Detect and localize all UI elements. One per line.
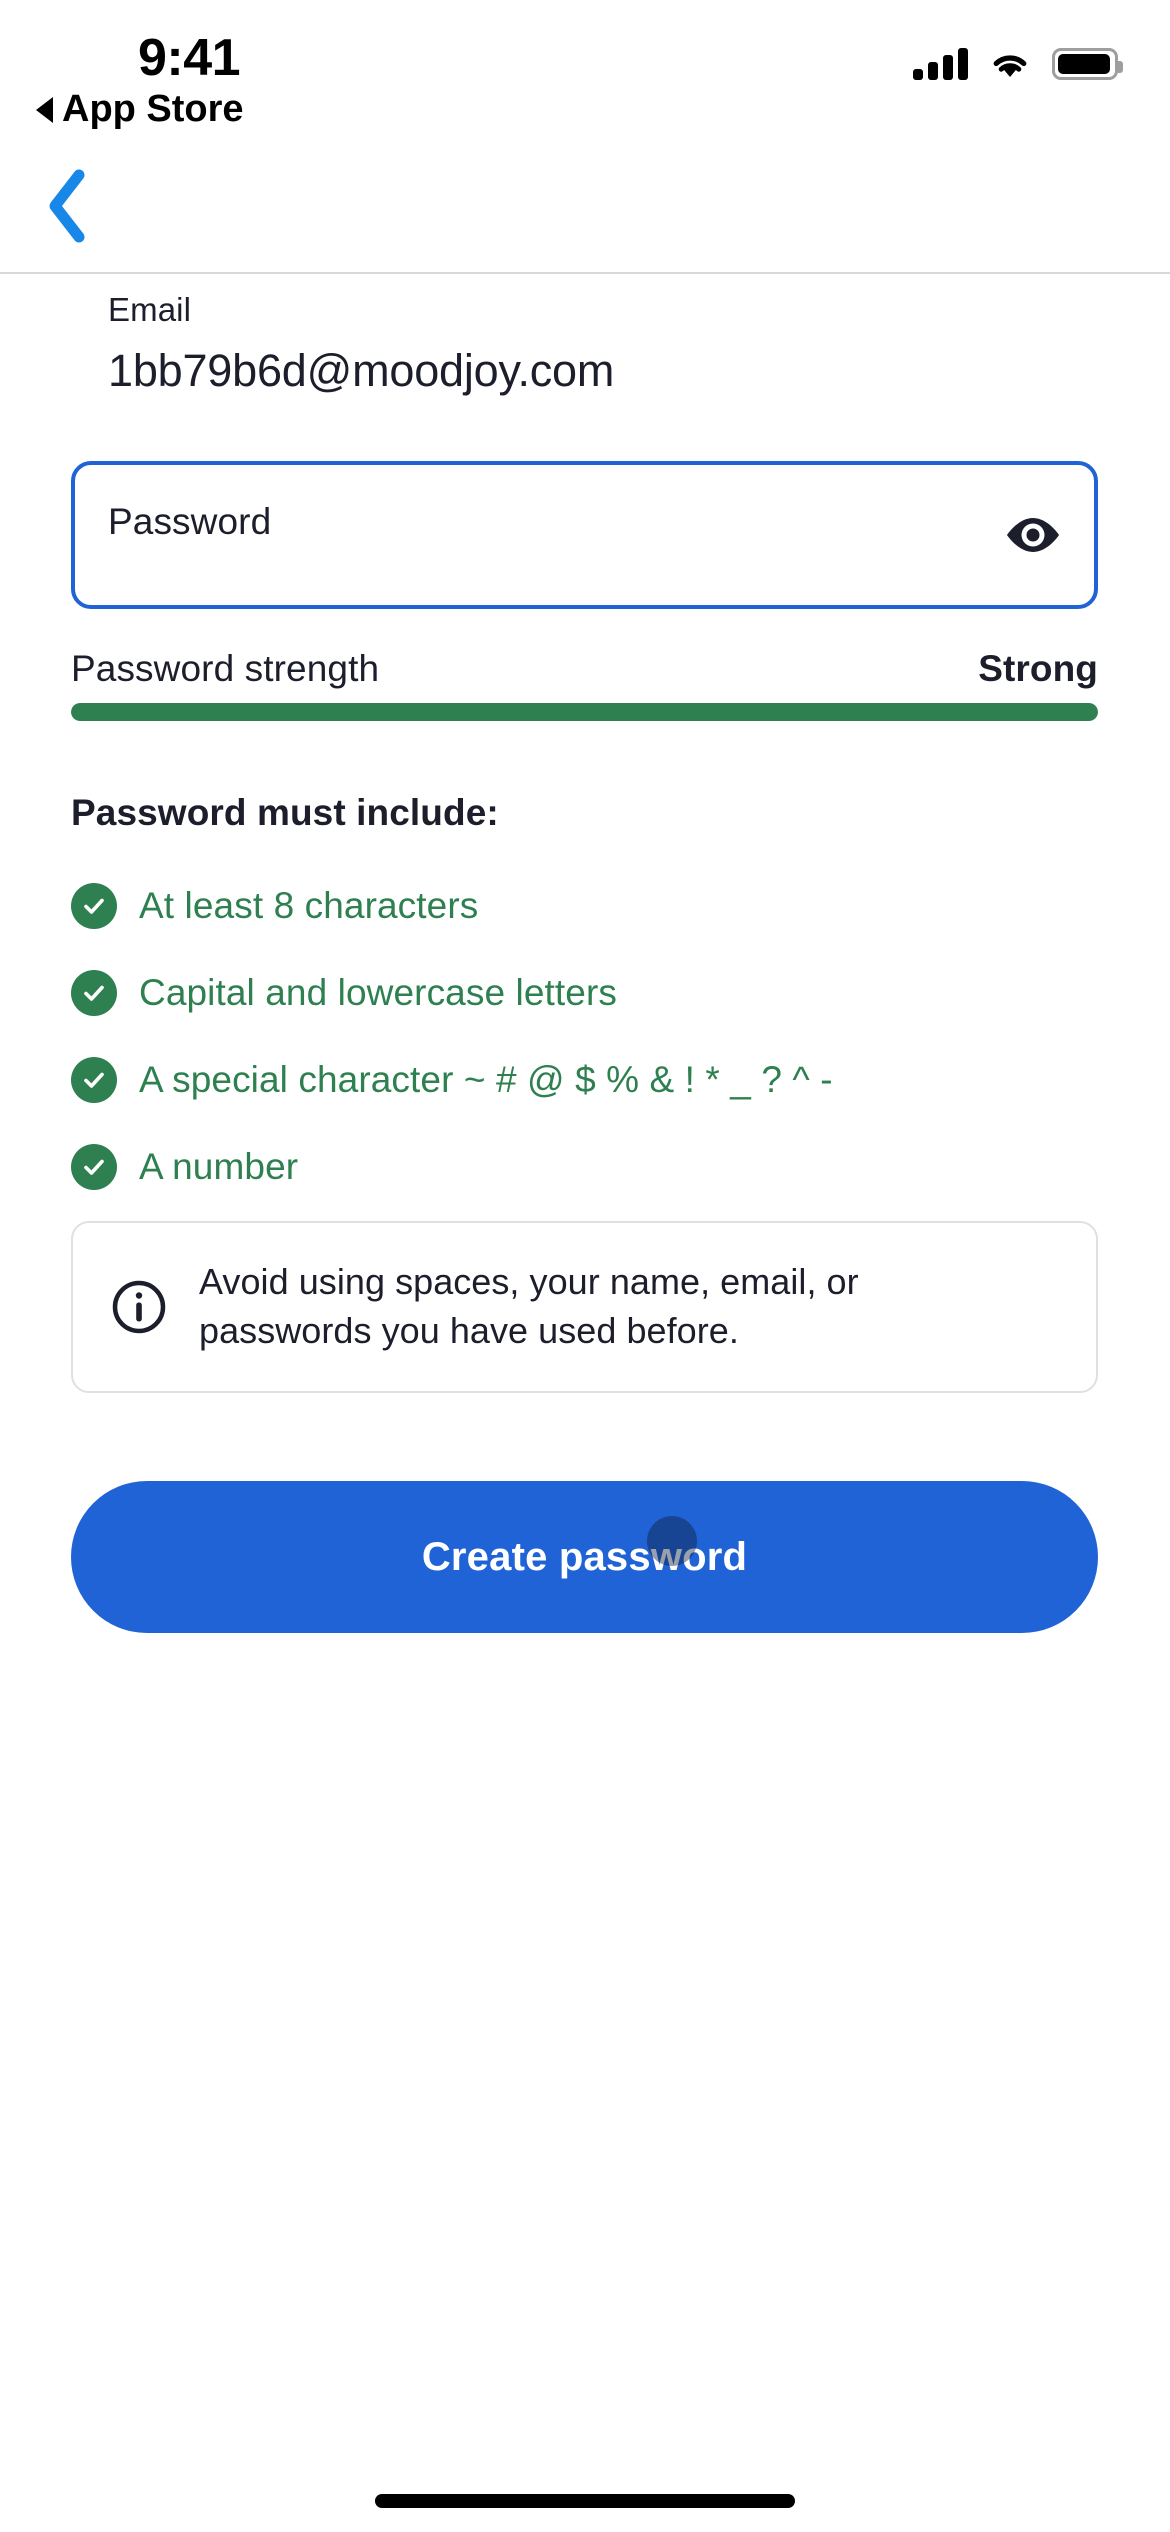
- battery-full-icon: [1052, 48, 1123, 80]
- info-circle-icon: [112, 1280, 166, 1334]
- password-strength-row: Password strength Strong: [71, 648, 1098, 690]
- requirements-heading: Password must include:: [71, 792, 499, 833]
- show-password-toggle[interactable]: [1002, 504, 1064, 566]
- phone-screen: 9:41 App Store Email 1bb79b6d@moodjoy.co…: [0, 0, 1170, 2532]
- check-circle-icon: [71, 1056, 117, 1103]
- wifi-icon: [993, 55, 1027, 77]
- password-strength-fill: [71, 703, 1098, 721]
- requirements-list: At least 8 characters Capital and lowerca…: [71, 862, 1131, 1210]
- email-block: Email 1bb79b6d@moodjoy.com: [108, 290, 614, 398]
- status-back-app-label: App Store: [62, 88, 244, 130]
- status-time: 9:41: [138, 29, 241, 87]
- requirement-item: Capital and lowercase letters: [71, 949, 1131, 1036]
- back-triangle-icon: [36, 96, 53, 123]
- home-indicator[interactable]: [375, 2494, 795, 2508]
- navigation-bar: [0, 150, 1170, 272]
- chevron-left-icon: [49, 169, 85, 243]
- check-circle-icon: [71, 1143, 117, 1190]
- info-text-line2: passwords you have used before.: [199, 1310, 739, 1351]
- requirement-item: A number: [71, 1123, 1131, 1210]
- password-strength-value: Strong: [978, 648, 1098, 689]
- password-strength-label: Password strength: [71, 648, 380, 689]
- info-box: Avoid using spaces, your name, email, or…: [71, 1221, 1098, 1393]
- password-input[interactable]: Password: [71, 461, 1098, 609]
- info-text-line1: Avoid using spaces, your name, email, or: [199, 1261, 859, 1303]
- status-back-to-app[interactable]: App Store: [36, 88, 244, 131]
- back-button[interactable]: [18, 158, 114, 254]
- create-password-button[interactable]: Create password: [71, 1481, 1098, 1633]
- password-strength-bar: [71, 703, 1098, 721]
- cellular-signal-icon: [913, 48, 968, 80]
- requirement-label: At least 8 characters: [139, 884, 479, 926]
- email-value: 1bb79b6d@moodjoy.com: [108, 344, 615, 396]
- password-placeholder: Password: [108, 501, 272, 542]
- requirement-label: A number: [139, 1145, 299, 1187]
- requirement-item: At least 8 characters: [71, 862, 1131, 949]
- status-indicators: [913, 48, 1123, 80]
- requirement-label: Capital and lowercase letters: [139, 971, 617, 1013]
- info-text: Avoid using spaces, your name, email, or…: [199, 1258, 859, 1355]
- check-circle-icon: [71, 882, 117, 929]
- requirement-label: A special character ~ # @ $ % & ! * _ ? …: [139, 1058, 833, 1100]
- eye-icon: [1007, 518, 1059, 552]
- email-label: Email: [108, 291, 192, 328]
- status-bar: 9:41 App Store: [0, 0, 1170, 150]
- requirement-item: A special character ~ # @ $ % & ! * _ ? …: [71, 1036, 1131, 1123]
- check-circle-icon: [71, 969, 117, 1016]
- nav-divider: [0, 272, 1170, 274]
